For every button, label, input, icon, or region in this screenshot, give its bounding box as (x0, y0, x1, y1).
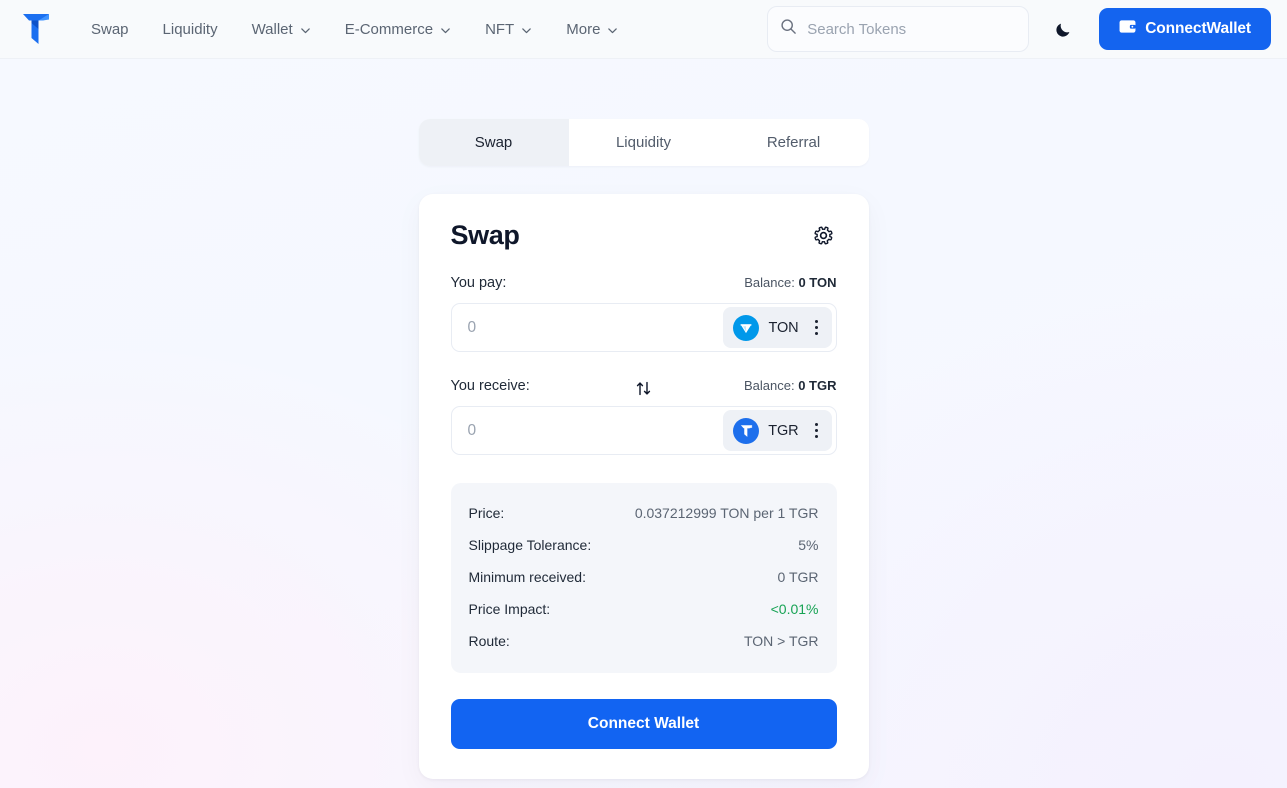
swap-card-header: Swap (451, 220, 837, 251)
tgr-coin-icon (733, 417, 760, 444)
detail-value: TON > TGR (743, 633, 819, 649)
main-nav: Swap Liquidity Wallet E-Commerce NFT Mor… (74, 13, 635, 46)
you-receive-balance: Balance: 0 TGR (744, 378, 837, 393)
detail-value: 0.037212999 TON per 1 TGR (634, 505, 819, 521)
tegro-logo[interactable] (14, 7, 58, 51)
detail-row-minimum-received: Minimum received: 0 TGR (469, 561, 819, 593)
header-actions: ConnectWallet (767, 6, 1271, 52)
nav-item-liquidity[interactable]: Liquidity (146, 13, 235, 46)
nav-item-e-commerce[interactable]: E-Commerce (328, 13, 468, 46)
swap-vertical-icon (636, 381, 651, 395)
detail-row-route: Route: TON > TGR (469, 625, 819, 657)
ton-coin-icon (733, 314, 760, 341)
swap-details-panel: Price: 0.037212999 TON per 1 TGR Slippag… (450, 483, 837, 673)
nav-item-label: E-Commerce (344, 20, 434, 38)
search-icon (780, 18, 797, 40)
detail-row-slippage-tolerance: Slippage Tolerance: 5% (469, 529, 819, 561)
you-pay-label: You pay: (450, 275, 507, 291)
section-tabs: Swap Liquidity Referral (418, 119, 869, 166)
tab-liquidity-label: Liquidity (615, 134, 672, 151)
detail-label: Slippage Tolerance: (468, 537, 592, 553)
detail-value: 0 TGR (777, 569, 819, 585)
tab-liquidity[interactable]: Liquidity (568, 119, 719, 166)
nav-item-label: NFT (485, 20, 515, 38)
nav-item-wallet[interactable]: Wallet (235, 13, 328, 46)
swap-card: Swap You pay: Balance: 0 TON 0 TON You r… (418, 194, 869, 779)
detail-row-price: Price: 0.037212999 TON per 1 TGR (469, 497, 819, 529)
tab-referral-label: Referral (766, 134, 821, 151)
detail-label: Price Impact: (468, 601, 551, 617)
detail-row-price-impact: Price Impact: <0.01% (469, 593, 819, 625)
detail-label: Price: (468, 505, 505, 521)
detail-value: <0.01% (770, 601, 819, 617)
theme-toggle-button[interactable] (1039, 7, 1087, 51)
nav-item-nft[interactable]: NFT (468, 13, 549, 46)
connect-wallet-button[interactable]: Connect Wallet (450, 699, 837, 749)
site-header: Swap Liquidity Wallet E-Commerce NFT Mor… (0, 0, 1287, 59)
you-receive-header: You receive: Balance: 0 TGR (450, 378, 837, 395)
nav-item-label: Wallet (251, 20, 293, 38)
main-content: Swap Liquidity Referral Swap You pay: Ba… (0, 59, 1287, 779)
chevron-down-icon (300, 25, 311, 36)
chevron-down-icon (607, 25, 618, 36)
switch-tokens-button[interactable] (631, 375, 657, 401)
connect-wallet-header-label: ConnectWallet (1145, 20, 1251, 37)
chevron-down-icon (440, 25, 451, 36)
page-title: Swap (450, 220, 520, 250)
you-pay-token-menu-icon[interactable] (808, 315, 826, 341)
swap-settings-button[interactable] (811, 223, 837, 249)
tab-referral[interactable]: Referral (718, 119, 869, 166)
moon-icon (1056, 23, 1070, 37)
you-receive-token-menu-icon[interactable] (808, 418, 826, 444)
you-pay-amount-input[interactable] (467, 318, 724, 337)
balance-prefix: Balance: (744, 378, 799, 393)
tab-swap-label: Swap (474, 134, 513, 151)
connect-wallet-header-button[interactable]: ConnectWallet (1099, 8, 1271, 50)
nav-item-label: Swap (91, 20, 129, 38)
search-input[interactable] (807, 20, 1017, 38)
you-pay-token-symbol: TON (768, 319, 799, 336)
tegro-logo-icon (23, 14, 49, 44)
balance-value: 0 TGR (798, 378, 837, 393)
chevron-down-icon (521, 25, 532, 36)
nav-item-more[interactable]: More (549, 13, 635, 46)
you-receive-amount-input[interactable] (467, 421, 724, 440)
detail-value: 5% (798, 537, 819, 553)
you-pay-token-selector[interactable]: TON (723, 307, 832, 348)
nav-item-label: More (566, 20, 601, 38)
nav-item-swap[interactable]: Swap (74, 13, 146, 46)
nav-item-label: Liquidity (162, 20, 218, 38)
balance-prefix: Balance: (744, 275, 799, 290)
search-box[interactable] (767, 6, 1030, 52)
you-pay-input-row: TON (450, 303, 837, 352)
balance-value: 0 TON (798, 275, 837, 290)
you-receive-token-symbol: TGR (768, 422, 799, 439)
you-pay-balance: Balance: 0 TON (744, 275, 836, 290)
detail-label: Minimum received: (468, 569, 586, 585)
tab-swap[interactable]: Swap (418, 119, 569, 166)
you-receive-label: You receive: (450, 378, 530, 394)
you-receive-token-selector[interactable]: TGR (723, 410, 832, 451)
you-receive-input-row: TGR (450, 406, 837, 455)
gear-icon (814, 226, 833, 245)
wallet-icon (1119, 19, 1136, 39)
detail-label: Route: (468, 633, 510, 649)
you-pay-header: You pay: Balance: 0 TON (451, 275, 837, 291)
